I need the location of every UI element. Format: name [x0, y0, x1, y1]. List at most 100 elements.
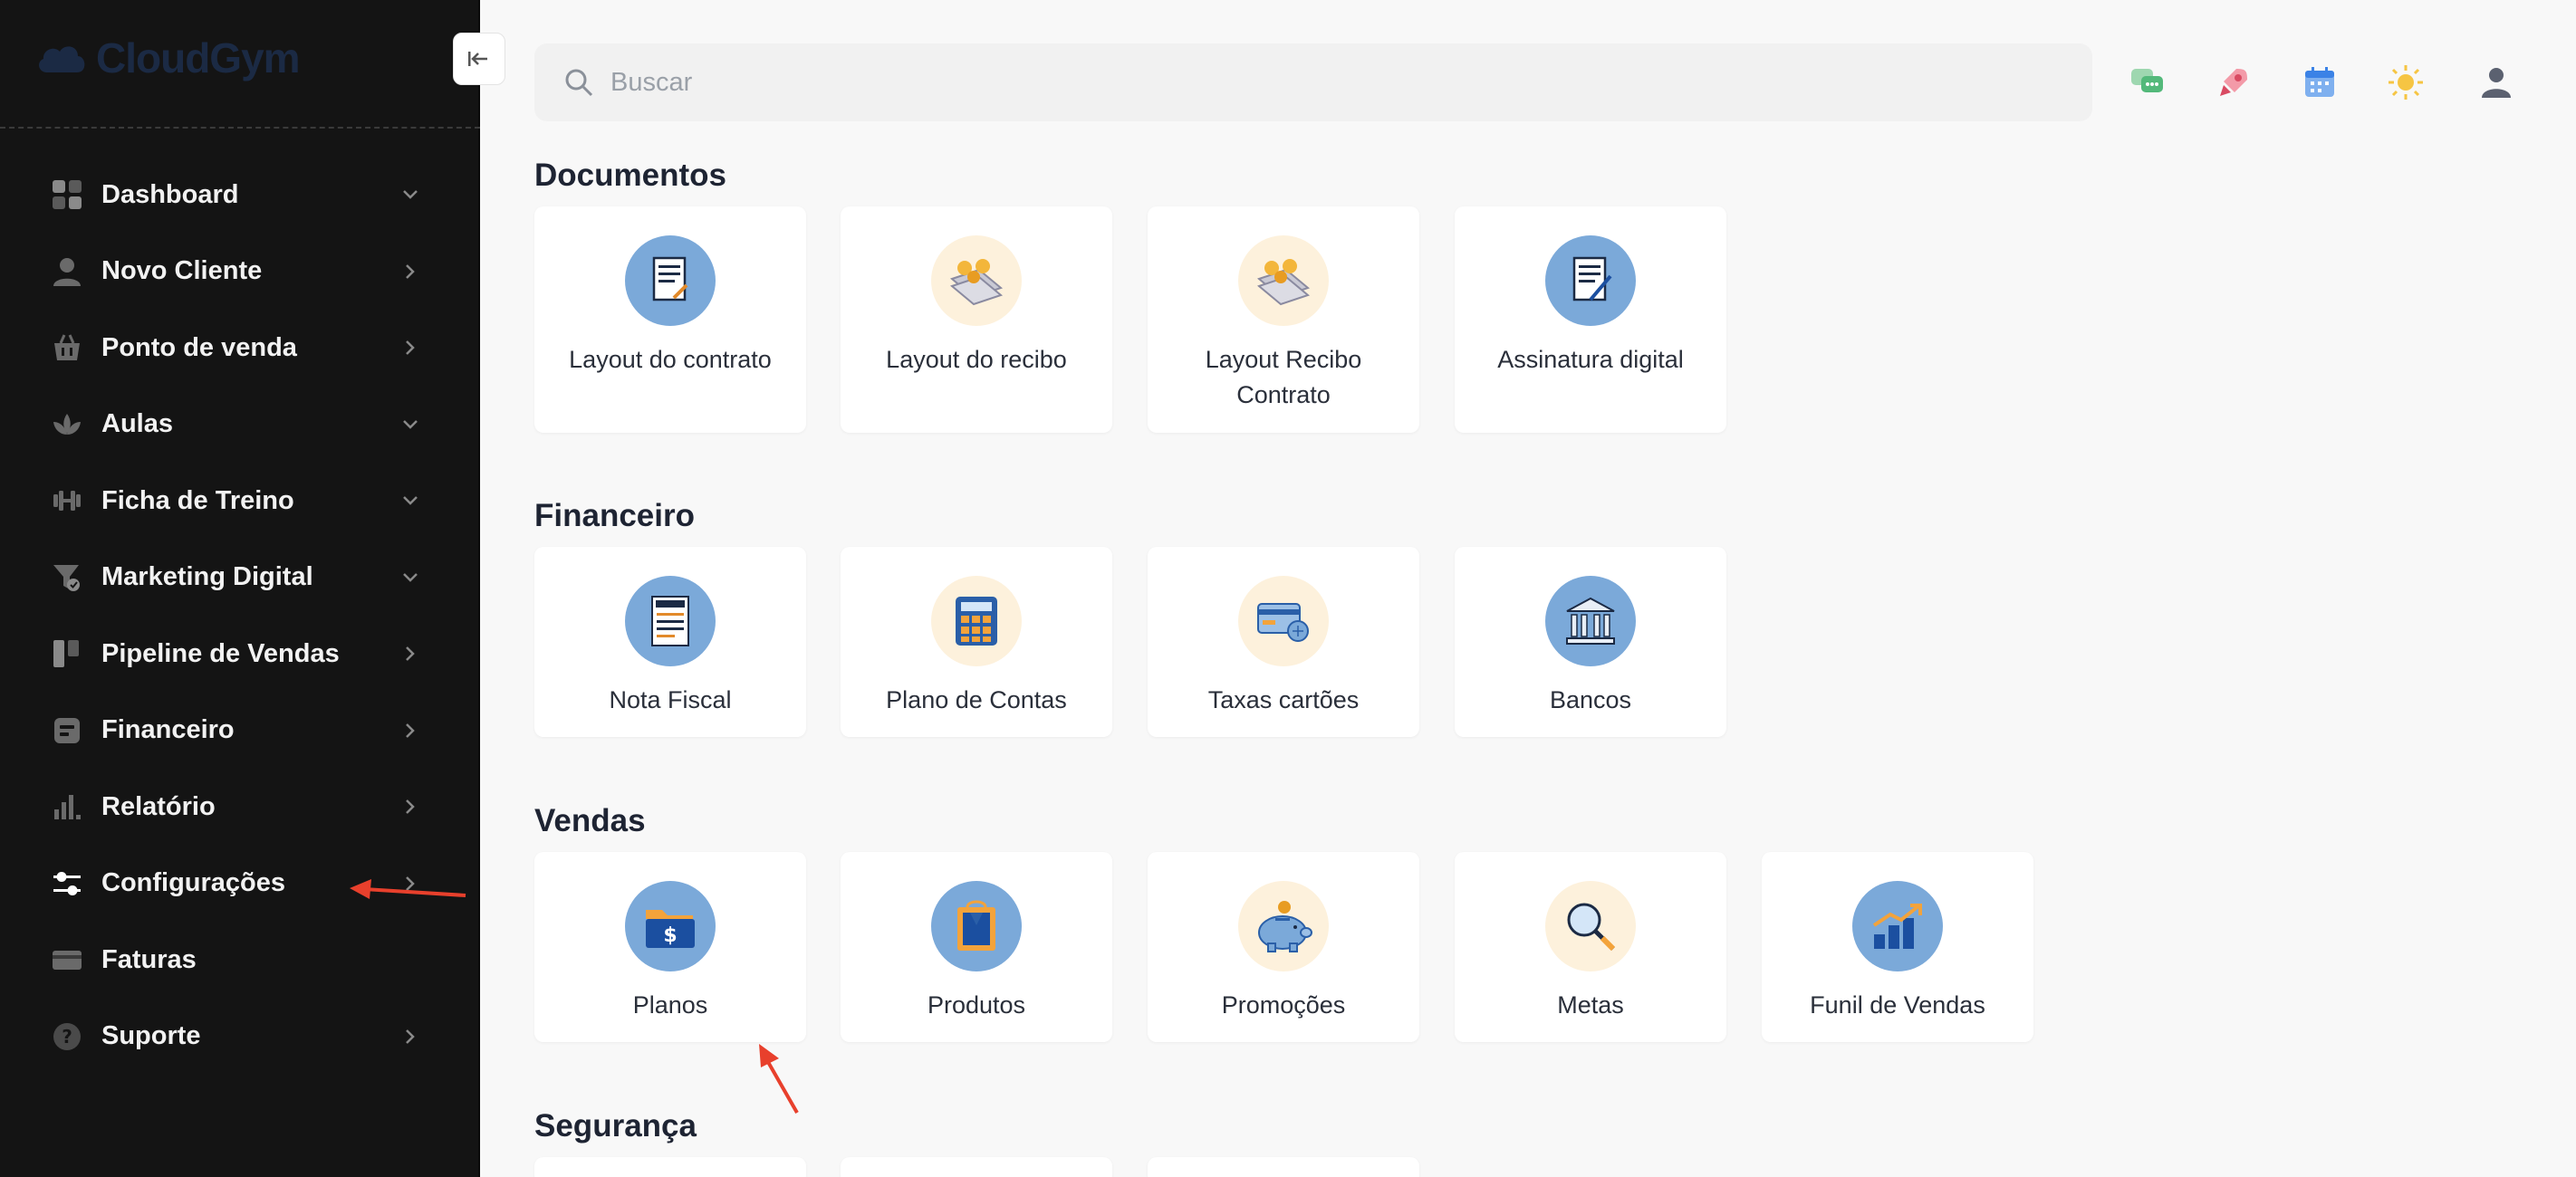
- sidebar-item-label: Dashboard: [101, 179, 239, 209]
- basket-icon: [51, 331, 83, 364]
- chevron-right-icon: [399, 642, 422, 665]
- card-planos[interactable]: $ Planos: [534, 852, 806, 1042]
- sidebar-item-label: Relatório: [101, 791, 216, 821]
- sidebar-item-financeiro[interactable]: Financeiro: [0, 693, 480, 770]
- sidebar: CloudGym Dashboard Novo Cliente Ponto de…: [0, 0, 480, 1177]
- annotation-arrow-left-icon: [350, 879, 466, 899]
- card-layout-do-contrato[interactable]: Layout do contrato: [534, 206, 806, 433]
- card-seguranca-2[interactable]: [841, 1157, 1112, 1177]
- sidebar-item-aulas[interactable]: Aulas: [0, 387, 480, 464]
- card-label: Layout do recibo: [886, 346, 1067, 373]
- dashboard-grid-icon: [51, 178, 83, 211]
- sidebar-item-label: Configurações: [101, 868, 286, 898]
- piggy-bank-icon: [1238, 881, 1329, 971]
- sidebar-item-label: Novo Cliente: [101, 256, 263, 286]
- app-name: CloudGym: [96, 34, 301, 81]
- sliders-icon: [51, 867, 83, 900]
- app-logo[interactable]: CloudGym: [34, 33, 301, 83]
- card-layout-recibo-contrato[interactable]: Layout Recibo Contrato: [1148, 206, 1419, 433]
- sidebar-item-label: Faturas: [101, 944, 197, 974]
- collapse-sidebar-button[interactable]: [453, 33, 505, 85]
- product-bag-icon: [931, 881, 1022, 971]
- card-bancos[interactable]: Bancos: [1455, 547, 1726, 737]
- card-assinatura-digital[interactable]: Assinatura digital: [1455, 206, 1726, 433]
- bar-chart-icon: [51, 790, 83, 823]
- sidebar-item-label: Ponto de venda: [101, 332, 297, 362]
- card-taxas-cartoes[interactable]: Taxas cartões: [1148, 547, 1419, 737]
- sidebar-item-ponto-de-venda[interactable]: Ponto de venda: [0, 310, 480, 387]
- dumbbell-icon: [51, 484, 83, 517]
- rocket-icon[interactable]: [2215, 63, 2253, 101]
- svg-text:$: $: [663, 924, 677, 947]
- search-input[interactable]: [610, 67, 1969, 98]
- receipt-money-icon: [931, 235, 1022, 326]
- card-funil-de-vendas[interactable]: Funil de Vendas: [1762, 852, 2033, 1042]
- sidebar-item-suporte[interactable]: ? Suporte: [0, 999, 480, 1076]
- card-nota-fiscal[interactable]: Nota Fiscal: [534, 547, 806, 737]
- card-produtos[interactable]: Produtos: [841, 852, 1112, 1042]
- growth-chart-icon: [1852, 881, 1943, 971]
- wallet-icon: [51, 714, 83, 747]
- card-label: Taxas cartões: [1207, 686, 1360, 713]
- user-icon: [51, 255, 83, 288]
- card-label: Layout Recibo Contrato: [1205, 346, 1362, 409]
- sidebar-item-novo-cliente[interactable]: Novo Cliente: [0, 234, 480, 311]
- sidebar-divider: [0, 127, 480, 129]
- sidebar-item-dashboard[interactable]: Dashboard: [0, 157, 480, 234]
- chevron-right-icon: [399, 260, 422, 283]
- chevron-right-icon: [399, 795, 422, 818]
- calculator-icon: [931, 576, 1022, 666]
- card-seguranca-1[interactable]: [534, 1157, 806, 1177]
- sun-icon[interactable]: [2387, 63, 2425, 101]
- cloud-logo-icon: [39, 46, 85, 72]
- card-label: Layout do contrato: [569, 346, 772, 373]
- profile-icon[interactable]: [2477, 63, 2515, 101]
- search-bar[interactable]: [534, 43, 2092, 121]
- section-title-seguranca: Segurança: [534, 1108, 697, 1144]
- card-metas[interactable]: Metas: [1455, 852, 1726, 1042]
- lotus-icon: [51, 408, 83, 441]
- sidebar-nav: Dashboard Novo Cliente Ponto de venda Au…: [0, 157, 480, 1075]
- card-seguranca-3[interactable]: [1148, 1157, 1419, 1177]
- credit-card-icon: [51, 943, 83, 976]
- card-label: Plano de Contas: [886, 686, 1067, 713]
- card-label: Assinatura digital: [1497, 346, 1684, 373]
- receipt-money-icon: [1238, 235, 1329, 326]
- chevron-down-icon: [399, 183, 422, 206]
- calendar-icon[interactable]: [2301, 63, 2339, 101]
- sidebar-item-relatorio[interactable]: Relatório: [0, 769, 480, 846]
- contract-document-icon: [625, 235, 716, 326]
- bill-icon: [625, 576, 716, 666]
- card-fees-icon: [1238, 576, 1329, 666]
- pipeline-icon: [51, 637, 83, 670]
- chevron-right-icon: [399, 1025, 422, 1048]
- card-label: Nota Fiscal: [609, 686, 732, 713]
- card-label: Promoções: [1221, 991, 1346, 1019]
- sidebar-item-label: Aulas: [101, 409, 173, 439]
- sidebar-item-faturas[interactable]: Faturas: [0, 922, 480, 999]
- card-promocoes[interactable]: Promoções: [1148, 852, 1419, 1042]
- section-title-documentos: Documentos: [534, 158, 726, 193]
- chevron-down-icon: [399, 566, 422, 589]
- search-icon: [565, 69, 593, 97]
- svg-text:?: ?: [62, 1026, 72, 1048]
- card-layout-do-recibo[interactable]: Layout do recibo: [841, 206, 1112, 433]
- chat-icon[interactable]: [2129, 63, 2167, 101]
- sidebar-item-marketing-digital[interactable]: Marketing Digital: [0, 540, 480, 617]
- sidebar-item-label: Suporte: [101, 1021, 201, 1051]
- card-label: Planos: [632, 991, 708, 1019]
- sidebar-item-pipeline-de-vendas[interactable]: Pipeline de Vendas: [0, 616, 480, 693]
- bank-icon: [1545, 576, 1636, 666]
- folder-dollar-icon: $: [625, 881, 716, 971]
- chevron-down-icon: [399, 413, 422, 436]
- sidebar-item-ficha-de-treino[interactable]: Ficha de Treino: [0, 463, 480, 540]
- section-title-vendas: Vendas: [534, 803, 646, 838]
- card-label: Produtos: [927, 991, 1026, 1019]
- chevron-down-icon: [399, 489, 422, 512]
- sidebar-item-label: Ficha de Treino: [101, 485, 294, 515]
- sidebar-item-label: Pipeline de Vendas: [101, 638, 340, 668]
- card-label: Bancos: [1549, 686, 1632, 713]
- card-plano-de-contas[interactable]: Plano de Contas: [841, 547, 1112, 737]
- help-circle-icon: ?: [51, 1020, 83, 1053]
- card-label: Funil de Vendas: [1810, 991, 1985, 1019]
